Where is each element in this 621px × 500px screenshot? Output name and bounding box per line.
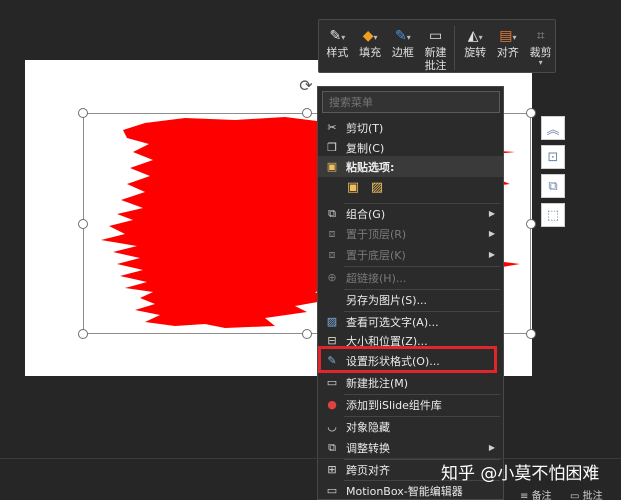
- border-pen-icon: ✎▾: [394, 28, 411, 44]
- menu-search-input[interactable]: [322, 91, 500, 113]
- convert-icon: ⧉: [328, 440, 336, 454]
- fill-bucket-icon: ◆▾: [362, 28, 378, 44]
- crop-button[interactable]: ⌗ 裁剪 ▾: [526, 26, 555, 67]
- group-icon: ⧉: [328, 206, 336, 220]
- mini-toolbar: ✎▾ 样式 ◆▾ 填充 ✎▾ 边框 ▭ 新建 批注 ◭▾ 旋转 ▤▾ 对齐 ⌗ …: [318, 19, 556, 73]
- resize-handle-middle-right[interactable]: [526, 219, 536, 229]
- scissors-icon: ✂: [327, 121, 337, 134]
- send-back-icon: ⧈: [328, 247, 336, 261]
- align-button[interactable]: ▤▾ 对齐: [494, 26, 523, 59]
- menu-item-islide[interactable]: ● 添加到iSlide组件库: [318, 394, 503, 415]
- resize-handle-bottom-right[interactable]: [526, 329, 536, 339]
- resize-handle-bottom-center[interactable]: [302, 329, 312, 339]
- new-comment-icon: ▭: [428, 28, 443, 44]
- link-icon: ⊕: [327, 271, 337, 284]
- comment-icon: ▭: [570, 491, 583, 500]
- submenu-arrow-icon: ▶: [488, 250, 495, 259]
- style-pen-icon: ✎▾: [329, 28, 346, 44]
- resize-handle-top-center[interactable]: [302, 108, 312, 118]
- chevron-down-icon: ▾: [538, 58, 543, 67]
- menu-item-hyperlink[interactable]: ⊕ 超链接(H)...: [318, 267, 503, 288]
- hide-eye-icon: ◡: [327, 420, 337, 433]
- menu-item-alt-text[interactable]: ▨ 查看可选文字(A)...: [318, 311, 503, 332]
- align-icon: ▤▾: [499, 28, 517, 44]
- highlight-annotation-box: [318, 346, 497, 373]
- new-comment-button[interactable]: ▭ 新建 批注: [421, 26, 450, 72]
- bring-front-icon: ⧈: [328, 226, 336, 240]
- notes-icon: ≡: [520, 491, 532, 500]
- islide-icon: ●: [327, 398, 337, 411]
- toolbar-divider: [453, 26, 455, 70]
- submenu-arrow-icon: ▶: [488, 229, 495, 238]
- context-menu: ✂ 剪切(T) ❐ 复制(C) ▣ 粘贴选项: ▣ ▨ ⧉ 组合(G) ▶ ⧈ …: [317, 86, 504, 500]
- style-button[interactable]: ✎▾ 样式: [323, 26, 352, 59]
- resize-handle-top-right[interactable]: [526, 108, 536, 118]
- alt-text-icon: ▨: [326, 315, 338, 328]
- menu-item-new-comment[interactable]: ▭ 新建批注(M): [318, 372, 503, 393]
- watermark-text: 知乎 @小莫不怕困难: [441, 464, 600, 484]
- paste-keep-format-icon[interactable]: ▣: [344, 179, 362, 197]
- menu-item-hide-object[interactable]: ◡ 对象隐藏: [318, 416, 503, 437]
- rotate-handle-icon[interactable]: ⟳: [296, 76, 316, 96]
- fill-button[interactable]: ◆▾ 填充: [356, 26, 385, 59]
- style-icon[interactable]: ⧉: [541, 174, 565, 198]
- menu-item-copy[interactable]: ❐ 复制(C): [318, 137, 503, 158]
- menu-item-convert[interactable]: ⧉ 调整转换 ▶: [318, 437, 503, 458]
- submenu-arrow-icon: ▶: [488, 443, 495, 452]
- menu-item-cut[interactable]: ✂ 剪切(T): [318, 117, 503, 138]
- menu-item-send-back[interactable]: ⧈ 置于底层(K) ▶: [318, 244, 503, 265]
- quick-tools-panel: ︽ ⊡ ⧉ ⬚: [541, 116, 565, 232]
- paste-icon: ▣: [326, 160, 338, 173]
- cross-page-align-icon: ⊞: [327, 463, 337, 476]
- rotate-icon: ◭▾: [467, 28, 483, 44]
- submenu-arrow-icon: ▶: [488, 209, 495, 218]
- crop-icon: ⌗: [536, 28, 545, 44]
- resize-handle-middle-left[interactable]: [78, 219, 88, 229]
- copy-icon: ❐: [327, 141, 337, 154]
- comments-button[interactable]: ▭ 批注: [570, 487, 603, 500]
- rotate-button[interactable]: ◭▾ 旋转: [461, 26, 490, 59]
- notes-button[interactable]: ≡ 备注: [520, 487, 552, 500]
- resize-handle-top-left[interactable]: [78, 108, 88, 118]
- menu-item-save-as-picture[interactable]: 另存为图片(S)...: [318, 289, 503, 310]
- resize-handle-bottom-left[interactable]: [78, 329, 88, 339]
- motionbox-icon: ▭: [326, 484, 338, 497]
- new-comment-icon: ▭: [326, 376, 338, 389]
- paste-option-icons: ▣ ▨: [344, 179, 392, 197]
- menu-item-group[interactable]: ⧉ 组合(G) ▶: [318, 203, 503, 224]
- border-button[interactable]: ✎▾ 边框: [388, 26, 417, 59]
- layout-options-icon[interactable]: ⊡: [541, 145, 565, 169]
- format-pane-icon[interactable]: ⬚: [541, 203, 565, 227]
- paste-as-picture-icon[interactable]: ▨: [368, 179, 386, 197]
- menu-item-bring-front[interactable]: ⧈ 置于顶层(R) ▶: [318, 223, 503, 244]
- menu-item-paste-options: ▣ 粘贴选项:: [318, 156, 503, 177]
- collapse-up-icon[interactable]: ︽: [541, 116, 565, 140]
